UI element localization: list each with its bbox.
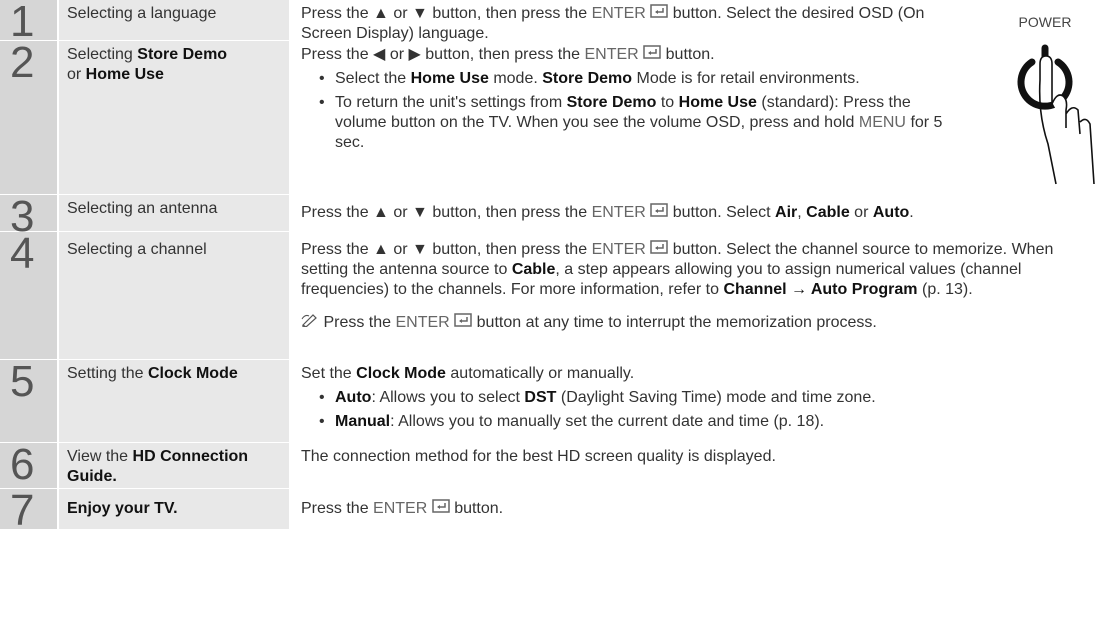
step-row-7: 7 Enjoy your TV. Press the ENTER button.	[0, 489, 1105, 533]
step-number: 3	[0, 195, 59, 239]
enter-icon	[454, 313, 472, 327]
bullet-list: Select the Home Use mode. Store Demo Mod…	[301, 69, 955, 153]
step-description: Press the ▲ or ▼ button, then press the …	[289, 232, 1105, 359]
step-name: Selecting Store Demo or Home Use	[59, 41, 289, 194]
power-label: POWER	[1018, 14, 1072, 30]
enter-icon	[650, 4, 668, 18]
pencil-note-icon	[301, 314, 317, 327]
step-number: 4	[0, 232, 59, 359]
enter-icon	[650, 203, 668, 217]
enter-icon	[650, 240, 668, 254]
step-description: The connection method for the best HD sc…	[301, 448, 776, 465]
list-item: Select the Home Use mode. Store Demo Mod…	[319, 69, 955, 89]
enter-icon	[643, 45, 661, 59]
step-name: Selecting an antenna	[59, 195, 289, 231]
step-name: View the HD Connection Guide.	[59, 443, 289, 488]
step-description: Set the Clock Mode automatically or manu…	[289, 360, 1105, 442]
step-number: 7	[0, 489, 59, 533]
enter-icon	[431, 499, 450, 513]
step-row-3: 3 Selecting an antenna Press the ▲ or ▼ …	[0, 195, 1105, 239]
step-name: Setting the Clock Mode	[59, 360, 289, 442]
step-row-2: 2 Selecting Store Demo or Home Use Press…	[0, 41, 1105, 195]
power-illustration: POWER	[1010, 14, 1105, 194]
step-number: 1	[0, 0, 59, 44]
step-name: Enjoy your TV.	[59, 489, 289, 529]
list-item: To return the unit's settings from Store…	[319, 93, 955, 153]
step-row-4: 4 Selecting a channel Press the ▲ or ▼ b…	[0, 232, 1105, 360]
step-description: Press the ▲ or ▼ button, then press the …	[301, 203, 914, 221]
step-row-5: 5 Setting the Clock Mode Set the Clock M…	[0, 360, 1105, 443]
step-description: Press the ▲ or ▼ button, then press the …	[301, 4, 925, 42]
step-description: Press the ◀ or ▶ button, then press the …	[289, 41, 1105, 194]
step-number: 2	[0, 41, 59, 194]
step-description: Press the ENTER button.	[301, 499, 504, 517]
list-item: Auto: Allows you to select DST (Daylight…	[319, 388, 1095, 408]
step-row-1: 1 Selecting a language Press the ▲ or ▼ …	[0, 0, 1105, 44]
power-hand-icon	[1017, 44, 1095, 185]
step-name: Selecting a language	[59, 0, 289, 40]
step-name: Selecting a channel	[59, 232, 289, 359]
note: Press the ENTER button at any time to in…	[301, 306, 1095, 333]
list-item: Manual: Allows you to manually set the c…	[319, 412, 1095, 432]
step-row-6: 6 View the HD Connection Guide. The conn…	[0, 443, 1105, 489]
bullet-list: Auto: Allows you to select DST (Daylight…	[301, 388, 1095, 432]
setup-steps-table: 1 Selecting a language Press the ▲ or ▼ …	[0, 0, 1105, 533]
step-number: 6	[0, 443, 59, 488]
enter-key-label: ENTER	[591, 5, 646, 22]
step-number: 5	[0, 360, 59, 442]
